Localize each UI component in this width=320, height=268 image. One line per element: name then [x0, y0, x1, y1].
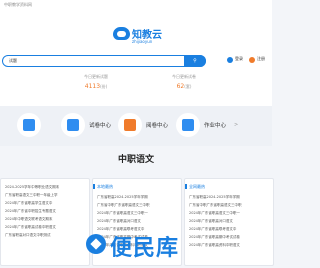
header: 知教云 zhijiaoyun ⚲ 登录 注册 今日更新试题 4113(份) 今日… [0, 12, 272, 106]
watermark-text: 便民库 [110, 235, 180, 261]
card-head-bar [185, 184, 187, 189]
list-item[interactable]: 广东省职高语文三中职一年级上学 [5, 193, 87, 198]
stat-today-papers: 今日更新试卷 62(套) [154, 74, 214, 90]
paper-icon [61, 113, 85, 137]
register-link[interactable]: 注册 [257, 56, 265, 62]
stat-label: 今日更新试卷 [172, 74, 196, 79]
homework-icon [176, 113, 200, 137]
login-icon[interactable] [227, 57, 233, 63]
list-item[interactable]: 2024年广东省职高学生语文中 [5, 201, 87, 206]
list-item[interactable]: 2024年广东省职高语文三中职一 [189, 211, 271, 216]
cloud-logo-icon [113, 27, 130, 40]
category-row: > 试卷中心 > 阅卷中心 > 作业中心 > [0, 106, 272, 146]
chevron-right-icon: > [234, 122, 239, 128]
stat-label: 今日更新试题 [84, 74, 108, 79]
list-item[interactable]: 广东省职高2024-2025学年学期 [189, 195, 271, 200]
category-label: 试卷中心 [89, 123, 112, 129]
list-item[interactable]: 2024年广东省职高语文三中职一 [97, 211, 179, 216]
card-head-bar [93, 184, 95, 189]
list-item[interactable]: 广东省中职广东省职高语文三中职 [97, 203, 179, 208]
watermark-logo: 便民库 [86, 228, 186, 264]
user-actions: 登录 注册 [227, 55, 271, 67]
register-icon[interactable] [249, 57, 255, 63]
document-icon [17, 113, 41, 137]
list-item[interactable]: 广东省职高对口语文中职测试 [5, 233, 87, 238]
list-item[interactable]: 2024年广东省职高对口语文 [189, 219, 271, 224]
list-item[interactable]: 广东省中职广东省职高语文三中职 [189, 203, 271, 208]
search-box: ⚲ [2, 55, 206, 67]
heart-logo-icon [86, 234, 106, 254]
stat-value: 62(套) [176, 83, 192, 90]
stat-value: 4113(份) [84, 83, 108, 90]
list-item[interactable]: 2024年广东省职高资料中职语文 [189, 243, 271, 248]
search-icon: ⚲ [193, 58, 197, 64]
list-item[interactable]: 2024年广东省职高试卷中职语文 [5, 225, 87, 230]
list-item[interactable]: 2024-2025学年中等职业语文期末 [5, 185, 87, 190]
list-item[interactable]: 2024年广东省职高期中考试试卷 [189, 235, 271, 240]
category-label: 作业中心 [204, 123, 227, 129]
site-logo[interactable]: 知教云 zhijiaoyun [113, 24, 162, 50]
grading-icon [118, 113, 142, 137]
site-breadcrumb[interactable]: 中职教学资料网 [4, 2, 32, 8]
login-link[interactable]: 登录 [235, 56, 243, 62]
stat-today-questions: 今日更新试题 4113(份) [66, 74, 126, 90]
card-title: 本地最热 [97, 184, 113, 189]
category-label: 阅卷中心 [146, 123, 169, 129]
logo-pinyin: zhijiaoyun [132, 39, 153, 44]
card-global-hot: 全网最热 广东省职高2024-2025学年学期 广东省中职广东省职高语文三中职 … [184, 178, 274, 266]
card-latest: 2024-2025学年中等职业语文期末 广东省职高语文三中职一年级上学 2024… [0, 178, 90, 266]
section-title: 中职语文 [117, 155, 154, 165]
list-item[interactable]: 广东省职高2024-2025学年学期 [97, 195, 179, 200]
list-item[interactable]: 2024年广东省职高对口语文 [97, 219, 179, 224]
search-input[interactable] [9, 57, 159, 65]
search-button[interactable]: ⚲ [184, 55, 206, 67]
card-title: 全网最热 [189, 184, 205, 189]
list-item[interactable]: 2024年广东省职高联考语文中 [189, 227, 271, 232]
list-item[interactable]: 2024年广东省中职招生专题语文 [5, 209, 87, 214]
list-item[interactable]: 2024年中职语文联考语文期末 [5, 217, 87, 222]
